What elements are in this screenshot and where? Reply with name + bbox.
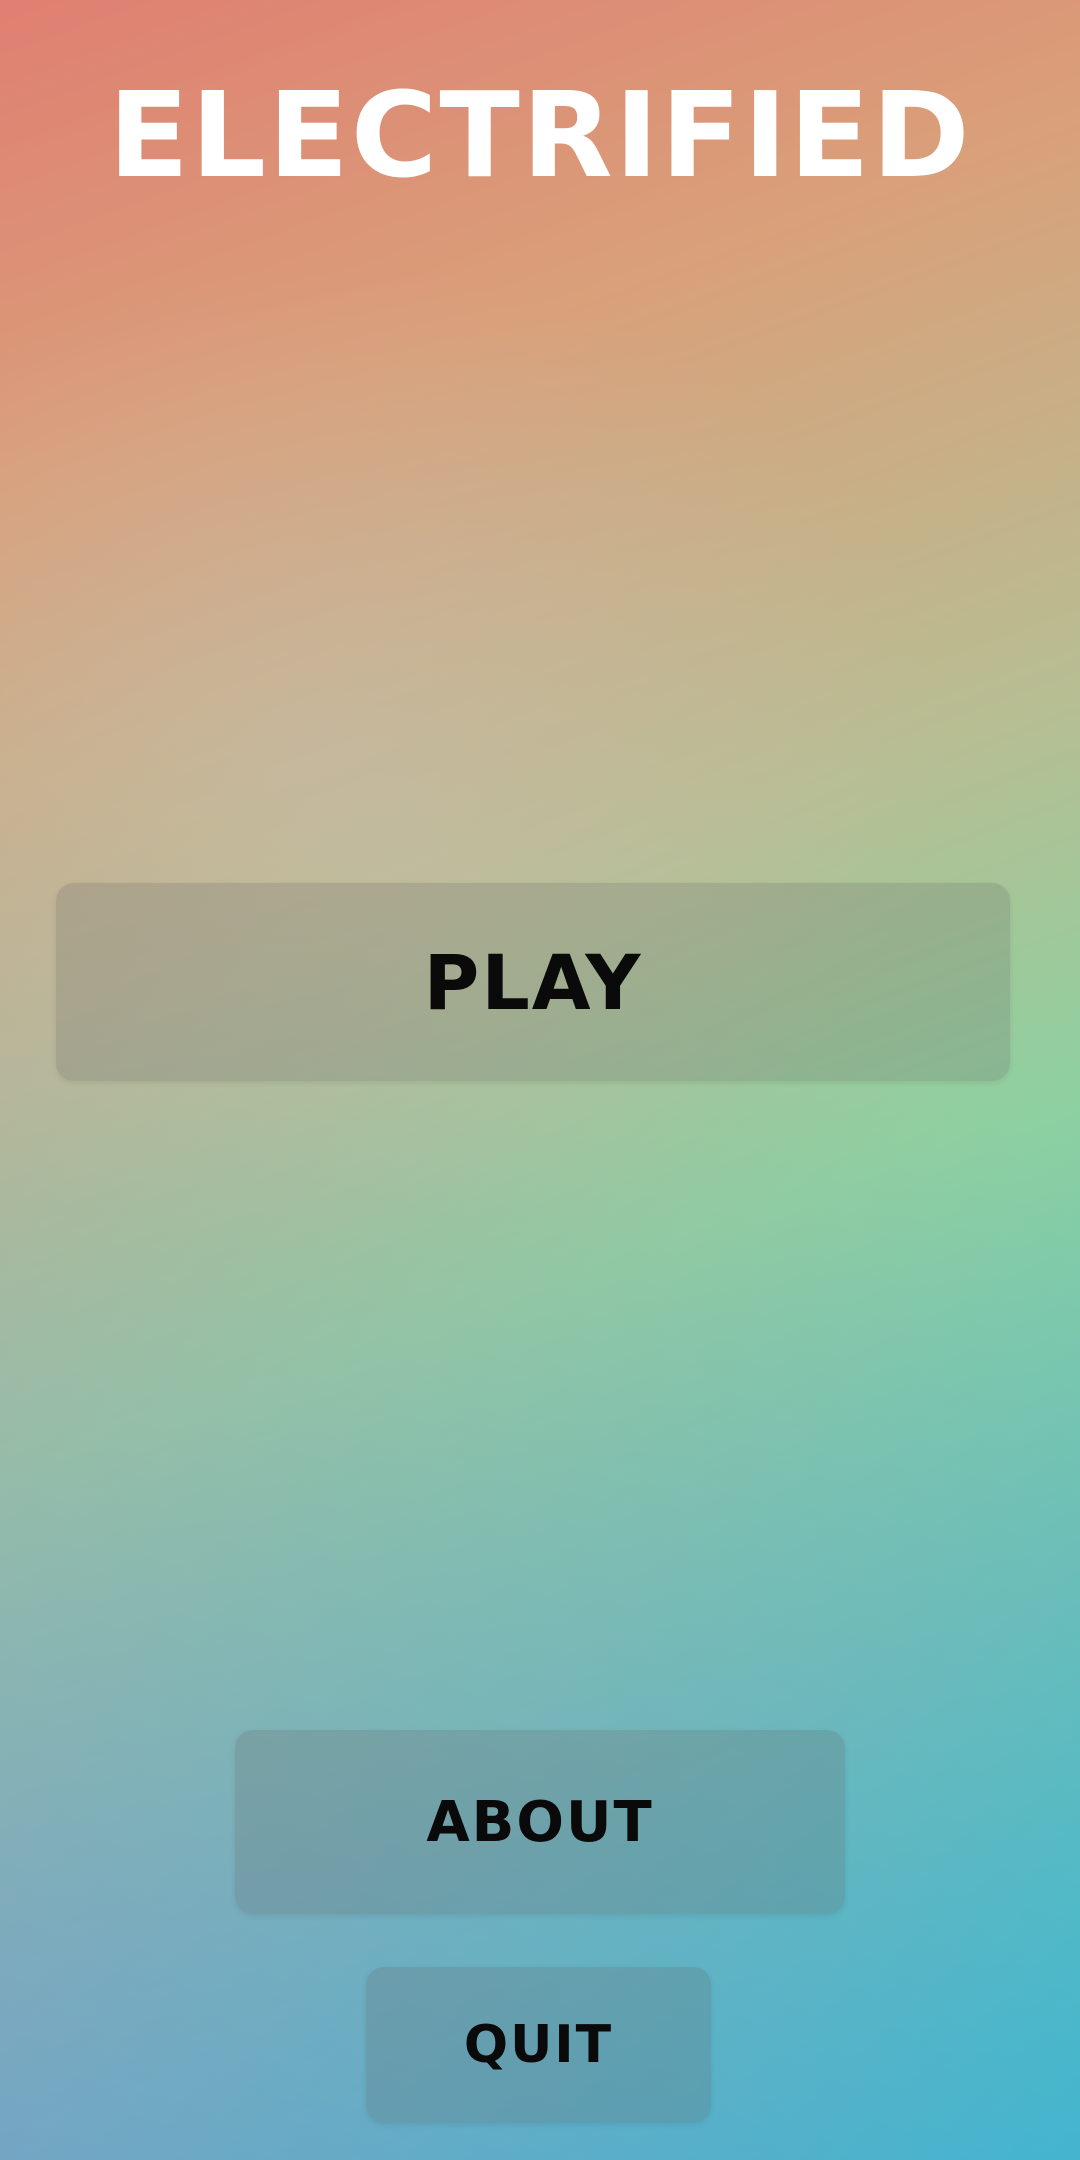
about-button-label: ABOUT [426,1789,654,1855]
quit-button-label: QUIT [463,2015,614,2075]
quit-button[interactable]: QUIT [366,1967,711,2123]
game-title: ELECTRIFIED [108,66,972,204]
play-button-label: PLAY [423,937,643,1027]
about-button[interactable]: ABOUT [235,1730,845,1914]
play-button[interactable]: PLAY [56,883,1010,1081]
